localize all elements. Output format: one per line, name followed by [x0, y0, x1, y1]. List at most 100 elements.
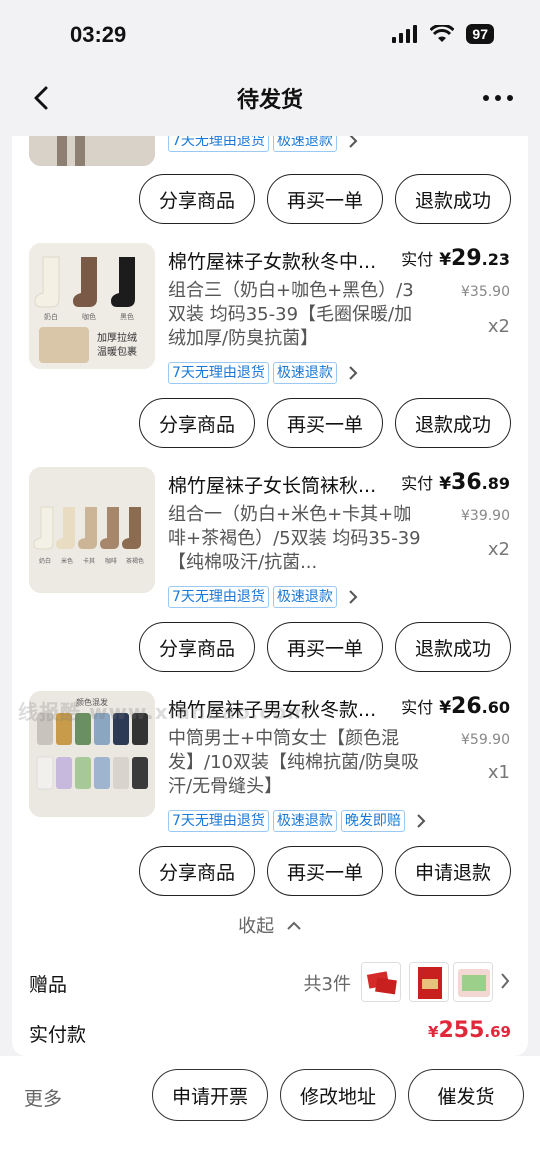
product-title[interactable]: 棉竹屋袜子女长筒袜秋...	[168, 471, 396, 498]
total-decimal: .69	[484, 1023, 511, 1041]
product-image: 颜色混发	[29, 691, 155, 817]
share-product-button[interactable]: 分享商品	[139, 622, 255, 672]
service-tags: 7天无理由退货 极速退款	[168, 136, 359, 152]
product-title[interactable]: 棉竹屋袜子男女秋冬款...	[168, 695, 396, 722]
share-product-button[interactable]: 分享商品	[139, 398, 255, 448]
tag-refund: 极速退款	[272, 586, 337, 608]
more-menu-button[interactable]	[478, 78, 518, 118]
share-product-button[interactable]: 分享商品	[139, 846, 255, 896]
buy-again-button[interactable]: 再买一单	[267, 622, 383, 672]
product-spec: 中筒男士+中筒女士【颜色混发】/10双装【纯棉抗菌/防臭吸汗/无骨缝头】	[168, 728, 420, 797]
gift-row[interactable]: 赠品 共3件	[29, 962, 511, 1004]
product-thumbnail[interactable]: 奶白 咖色 黑色 加厚拉绒 温暖包裹	[29, 243, 155, 369]
total-label: 实付款	[29, 1024, 87, 1046]
gift-label: 赠品	[29, 974, 68, 996]
product-image: 奶白 咖色 黑色 加厚拉绒 温暖包裹	[29, 243, 155, 369]
total-currency: ¥	[428, 1023, 439, 1041]
product-thumbnail[interactable]: 奶白 米色 卡其 咖啡 茶褐色	[29, 467, 155, 593]
tag-late-compensation: 晚发即赔	[340, 810, 405, 832]
total-integer: 255	[438, 1018, 485, 1043]
chevron-right-icon[interactable]	[347, 589, 359, 605]
order-card: 7天无理由退货 极速退款 分享商品 再买一单 退款成功 奶白 咖色 黑色 加厚拉…	[12, 136, 528, 1056]
nav-bar: 待发货	[0, 70, 540, 126]
price-integer: 36	[451, 470, 482, 495]
product-image	[29, 136, 155, 166]
price-decimal: .60	[481, 698, 510, 717]
more-link[interactable]: 更多	[24, 1084, 62, 1111]
page-title: 待发货	[236, 88, 303, 113]
status-bar: 03:29 97	[0, 0, 540, 70]
currency-symbol: ¥	[439, 698, 452, 718]
paid-price: 实付 ¥ 26 .60	[401, 694, 510, 719]
service-tags: 7天无理由退货 极速退款	[168, 362, 359, 384]
paid-price: 实付 ¥ 29 .23	[401, 246, 510, 271]
chevron-up-icon	[287, 921, 301, 930]
share-product-button[interactable]: 分享商品	[139, 174, 255, 224]
battery-icon: 97	[466, 24, 494, 44]
tag-refund: 极速退款	[272, 362, 337, 384]
edit-address-button[interactable]: 修改地址	[280, 1069, 396, 1121]
gift-image	[454, 963, 492, 1001]
tag-refund: 极速退款	[272, 136, 337, 152]
product-thumbnail[interactable]: 颜色混发	[29, 691, 155, 817]
wifi-icon	[430, 25, 455, 42]
tag-return: 7天无理由退货	[168, 586, 269, 608]
total-price: ¥255.69	[428, 1018, 511, 1043]
price-decimal: .23	[481, 250, 510, 269]
thumb-label: 咖色	[82, 312, 96, 321]
thumb-label: 米色	[61, 557, 73, 565]
gift-thumbnail[interactable]	[453, 962, 493, 1002]
product-title[interactable]: 棉竹屋袜子女款秋冬中...	[168, 247, 396, 274]
gift-thumbnail[interactable]	[361, 962, 401, 1002]
total-row: 实付款 ¥255.69	[29, 1018, 511, 1052]
apply-refund-button[interactable]: 申请退款	[395, 846, 511, 896]
more-dots-icon	[483, 95, 513, 101]
chevron-right-icon[interactable]	[347, 365, 359, 381]
refund-status-button[interactable]: 退款成功	[395, 622, 511, 672]
refund-status-button[interactable]: 退款成功	[395, 174, 511, 224]
quantity: x1	[487, 762, 510, 783]
request-invoice-button[interactable]: 申请开票	[152, 1069, 268, 1121]
service-tags: 7天无理由退货 极速退款	[168, 586, 359, 608]
gift-image	[362, 963, 400, 1001]
buy-again-button[interactable]: 再买一单	[267, 398, 383, 448]
original-price: ¥35.90	[461, 284, 510, 300]
price-decimal: .89	[481, 474, 510, 493]
collapse-label: 收起	[238, 916, 275, 937]
buy-again-button[interactable]: 再买一单	[267, 174, 383, 224]
currency-symbol: ¥	[439, 474, 452, 494]
chevron-right-icon[interactable]	[499, 972, 511, 990]
product-spec: 组合三（奶白+咖色+黑色）/3双装 均码35-39【毛圈保暖/加绒加厚/防臭抗菌…	[168, 280, 414, 349]
signal-icon	[392, 25, 418, 43]
buy-again-button[interactable]: 再买一单	[267, 846, 383, 896]
quantity: x2	[487, 539, 510, 560]
service-tags: 7天无理由退货 极速退款 晚发即赔	[168, 810, 427, 832]
thumb-label: 奶白	[39, 557, 51, 565]
thumb-label: 茶褐色	[126, 557, 144, 565]
urge-shipment-button[interactable]: 催发货	[408, 1069, 524, 1121]
gift-image	[410, 963, 448, 1001]
thumb-label: 黑色	[120, 312, 134, 321]
gift-thumbnail[interactable]	[409, 962, 449, 1002]
thumb-label: 温暖包裹	[97, 345, 137, 358]
product-image: 奶白 米色 卡其 咖啡 茶褐色	[29, 467, 155, 593]
quantity: x2	[487, 316, 510, 337]
paid-label: 实付	[401, 474, 434, 493]
original-price: ¥39.90	[461, 508, 510, 524]
thumb-label: 加厚拉绒	[97, 331, 137, 344]
paid-label: 实付	[401, 250, 434, 269]
price-integer: 26	[451, 694, 482, 719]
thumb-label: 奶白	[44, 312, 58, 321]
bottom-action-bar: 更多 申请开票 修改地址 催发货	[0, 1056, 540, 1170]
collapse-toggle[interactable]: 收起	[12, 912, 528, 938]
chevron-right-icon[interactable]	[415, 813, 427, 829]
tag-return: 7天无理由退货	[168, 136, 269, 152]
refund-status-button[interactable]: 退款成功	[395, 398, 511, 448]
chevron-right-icon[interactable]	[347, 136, 359, 149]
product-thumbnail[interactable]	[29, 136, 155, 166]
tag-return: 7天无理由退货	[168, 362, 269, 384]
gift-count: 共3件	[303, 974, 351, 995]
paid-price: 实付 ¥ 36 .89	[401, 470, 510, 495]
original-price: ¥59.90	[461, 732, 510, 748]
paid-label: 实付	[401, 698, 434, 717]
